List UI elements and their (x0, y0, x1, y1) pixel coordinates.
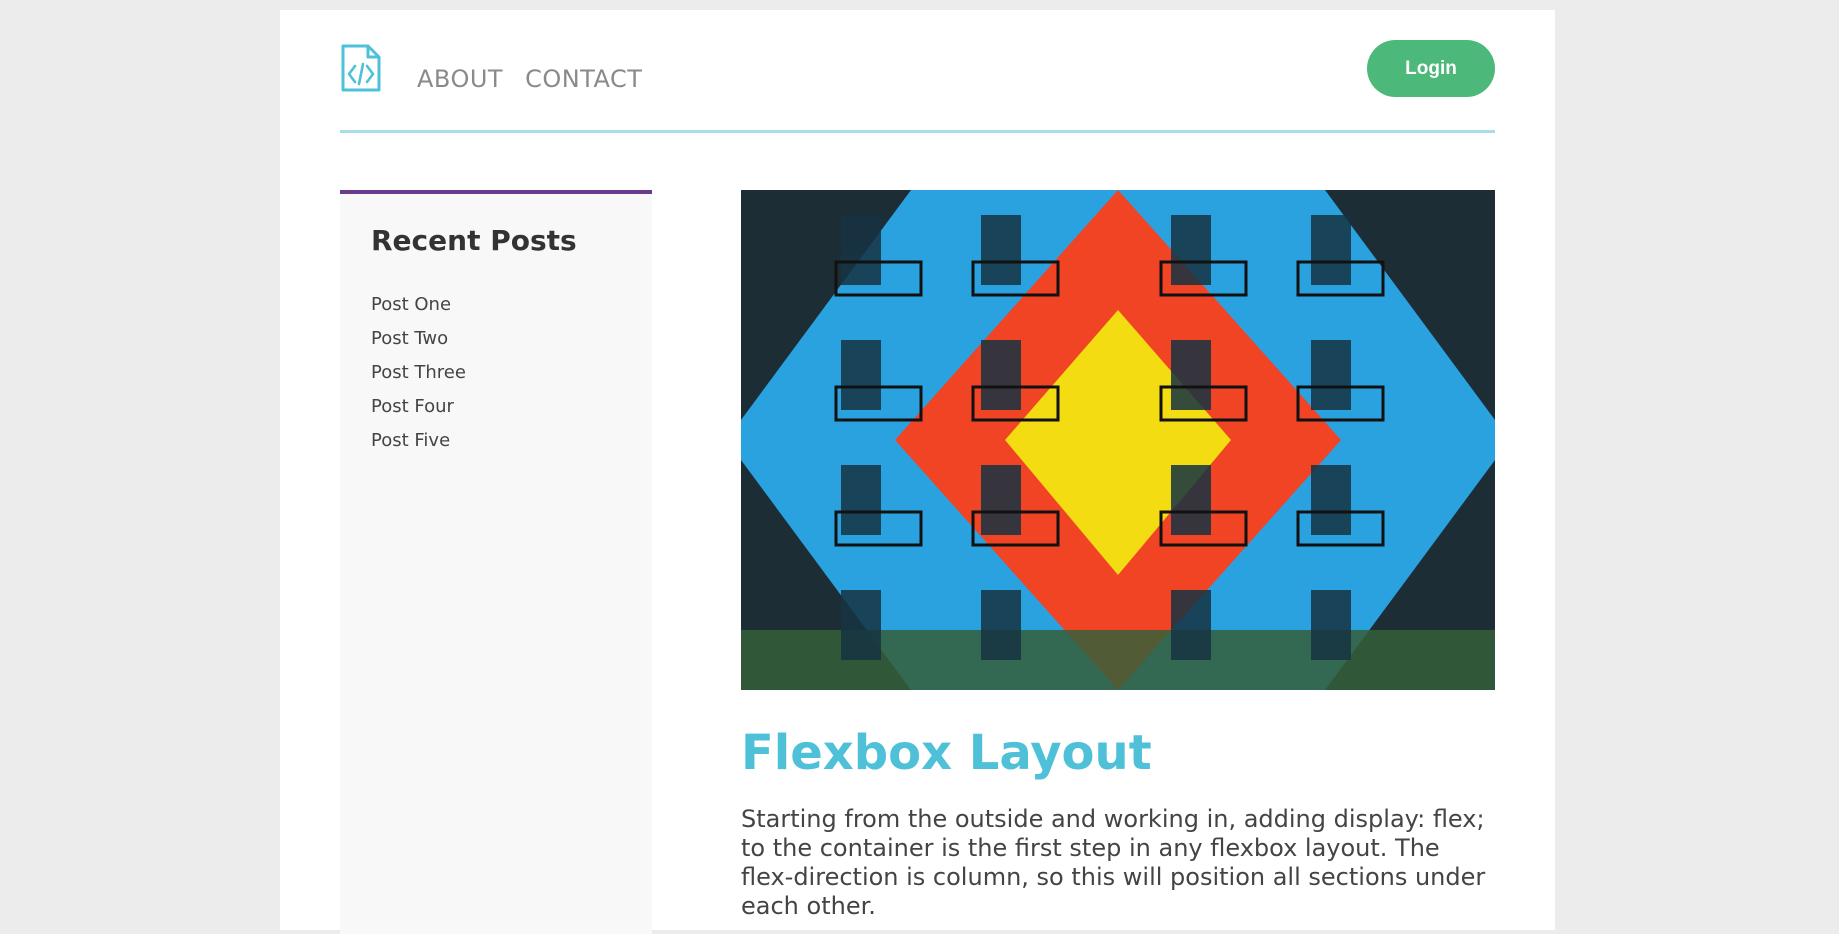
list-item: Post Four (371, 396, 466, 430)
list-item: Post One (371, 294, 466, 328)
post-link[interactable]: Post Four (371, 396, 454, 417)
main-nav: ABOUT CONTACT (417, 65, 642, 93)
article-title: Flexbox Layout (741, 725, 1152, 781)
nav-about-link[interactable]: ABOUT (417, 65, 503, 93)
recent-posts-list: Post One Post Two Post Three Post Four P… (371, 294, 466, 464)
site-header: ABOUT CONTACT Login (340, 10, 1495, 133)
sidebar-title: Recent Posts (371, 224, 577, 257)
list-item: Post Three (371, 362, 466, 396)
list-item: Post Five (371, 430, 466, 464)
code-file-icon[interactable] (340, 43, 382, 93)
list-item: Post Two (371, 328, 466, 362)
post-link[interactable]: Post Three (371, 362, 466, 383)
post-link[interactable]: Post Five (371, 430, 450, 451)
page-container: ABOUT CONTACT Login Recent Posts Post On… (280, 10, 1555, 934)
sidebar: Recent Posts Post One Post Two Post Thre… (340, 190, 652, 934)
hero-image (741, 190, 1495, 690)
post-link[interactable]: Post One (371, 294, 451, 315)
article-body: Starting from the outside and working in… (741, 805, 1486, 920)
nav-contact-link[interactable]: CONTACT (525, 65, 642, 93)
post-link[interactable]: Post Two (371, 328, 448, 349)
login-button[interactable]: Login (1367, 40, 1495, 97)
